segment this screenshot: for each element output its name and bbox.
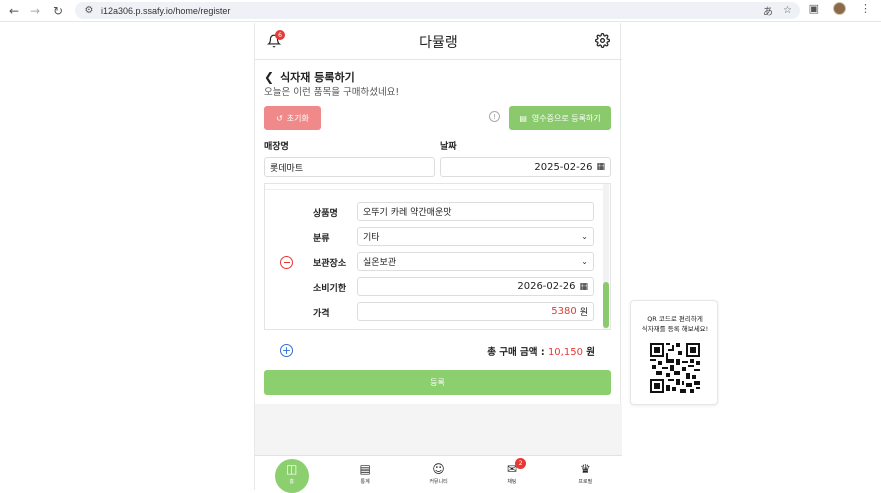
forward-arrow-icon[interactable]: → xyxy=(24,0,46,22)
total-unit: 원 xyxy=(586,347,595,358)
nav-item-profile[interactable]: ♛ 프로필 xyxy=(549,456,622,490)
nav-label-stats: 통계 xyxy=(360,478,370,485)
remove-item-icon[interactable] xyxy=(280,256,293,269)
bookmark-star-icon[interactable]: ☆ xyxy=(783,5,792,16)
reset-button[interactable]: ↺ 초기화 xyxy=(264,106,321,130)
product-name-value: 오뚜기 카레 약간매운맛 xyxy=(363,208,452,218)
category-select[interactable]: 기타 ⌄ xyxy=(357,227,594,246)
qr-caption: QR 코드로 편리하게 식자재를 등록 해보세요! xyxy=(631,314,719,334)
qr-card[interactable]: QR 코드로 편리하게 식자재를 등록 해보세요! xyxy=(630,300,718,405)
receipt-icon: ▤ xyxy=(519,113,527,123)
content-background xyxy=(255,404,622,455)
category-label: 분류 xyxy=(313,234,330,244)
back-arrow-icon[interactable]: ← xyxy=(3,0,25,22)
storage-value: 실온보관 xyxy=(363,258,397,268)
app-container: 6 다뮬랭 ❮ 식자재 등록하기 오늘은 이런 품목을 구매하셨네요! ↺ 초기… xyxy=(254,23,622,493)
date-input[interactable]: 2025-02-26 ▦ xyxy=(440,157,611,177)
address-bar[interactable]: ⚙ i12a306.p.ssafy.io/home/register あ ☆ xyxy=(75,2,800,19)
translate-icon[interactable]: あ xyxy=(763,3,773,18)
price-label: 가격 xyxy=(313,309,330,319)
nav-item-stats[interactable]: ▤ 통계 xyxy=(328,456,401,490)
storage-label: 보관장소 xyxy=(313,259,347,269)
community-icon: ☺ xyxy=(432,461,445,476)
divider xyxy=(265,184,604,190)
app-title: 다뮬랭 xyxy=(419,35,458,51)
store-value: 롯데마트 xyxy=(270,163,304,174)
price-input[interactable]: 5380 원 xyxy=(357,302,594,321)
info-icon[interactable]: ! xyxy=(489,111,500,122)
bottom-nav: ◫ 홈 ▤ 통계 ☺ 커뮤니티 ✉ 채팅 2 ♛ 프로필 xyxy=(255,455,622,493)
reload-icon[interactable]: ↻ xyxy=(47,0,69,22)
nav-label-community: 커뮤니티 xyxy=(429,478,448,485)
browser-toolbar: ← → ↻ ⚙ i12a306.p.ssafy.io/home/register… xyxy=(0,0,881,22)
expiry-value: 2026-02-26 xyxy=(517,281,576,292)
fridge-icon: ◫ xyxy=(286,461,298,476)
extensions-icon[interactable]: ▣ xyxy=(809,2,819,15)
receipt-label: 영수증으로 등록하기 xyxy=(531,113,601,123)
page-heading: ❮ 식자재 등록하기 xyxy=(264,69,355,85)
site-info-icon[interactable]: ⚙ xyxy=(83,5,95,17)
qr-code-image[interactable] xyxy=(650,343,700,393)
submit-button[interactable]: 등록 xyxy=(264,370,611,395)
chevron-down-icon: ⌄ xyxy=(581,232,588,241)
price-value: 5380 xyxy=(551,306,577,317)
nav-item-chat[interactable]: ✉ 채팅 2 xyxy=(475,456,548,490)
qr-line-2: 식자재를 등록 해보세요! xyxy=(641,325,709,333)
gear-icon[interactable] xyxy=(595,33,610,48)
url-text: i12a306.p.ssafy.io/home/register xyxy=(101,5,231,16)
nav-label-profile: 프로필 xyxy=(578,478,593,485)
chef-icon: ♛ xyxy=(579,461,591,476)
nav-item-community[interactable]: ☺ 커뮤니티 xyxy=(402,456,475,490)
qr-line-1: QR 코드로 편리하게 xyxy=(647,315,703,323)
page-subtitle: 오늘은 이런 품목을 구매하셨네요! xyxy=(264,87,400,98)
price-unit: 원 xyxy=(579,308,588,318)
profile-avatar[interactable] xyxy=(833,2,846,15)
add-item-icon[interactable]: + xyxy=(280,344,293,357)
storage-select[interactable]: 실온보관 ⌄ xyxy=(357,252,594,271)
bar-chart-icon: ▤ xyxy=(359,461,371,476)
reset-label: 초기화 xyxy=(286,113,309,123)
page-title: 식자재 등록하기 xyxy=(280,71,355,84)
calendar-icon[interactable]: ▦ xyxy=(596,162,605,172)
nav-label-home: 홈 xyxy=(289,478,294,485)
store-input[interactable]: 롯데마트 xyxy=(264,157,435,177)
chevron-left-icon[interactable]: ❮ xyxy=(264,70,274,84)
total-value: 10,150 xyxy=(547,347,583,358)
nav-label-chat: 채팅 xyxy=(507,478,517,485)
reset-icon: ↺ xyxy=(276,113,283,123)
chevron-down-icon: ⌄ xyxy=(581,257,588,266)
scrollbar-thumb[interactable] xyxy=(603,282,609,328)
menu-kebab-icon[interactable]: ⋮ xyxy=(860,2,871,15)
date-value: 2025-02-26 xyxy=(534,161,593,173)
product-name-label: 상품명 xyxy=(313,209,338,219)
chat-badge: 2 xyxy=(515,458,527,469)
total-label: 총 구매 금액 : xyxy=(487,347,548,358)
date-label: 날짜 xyxy=(440,142,457,152)
expiry-label: 소비기한 xyxy=(313,284,347,294)
calendar-icon[interactable]: ▦ xyxy=(579,282,588,292)
category-value: 기타 xyxy=(363,233,380,243)
expiry-input[interactable]: 2026-02-26 ▦ xyxy=(357,277,594,296)
receipt-register-button[interactable]: ▤ 영수증으로 등록하기 xyxy=(509,106,611,130)
app-header: 6 다뮬랭 xyxy=(255,23,622,60)
nav-item-home[interactable]: ◫ 홈 xyxy=(255,456,328,493)
product-name-input[interactable]: 오뚜기 카레 약간매운맛 xyxy=(357,202,594,221)
item-list: 상품명 오뚜기 카레 약간매운맛 분류 기타 ⌄ 보관장소 실온보관 ⌄ 소비기… xyxy=(264,183,611,330)
scrollbar[interactable] xyxy=(603,184,609,329)
total-amount: 총 구매 금액 : 10,150 원 xyxy=(487,344,595,358)
store-label: 매장명 xyxy=(264,142,289,152)
submit-label: 등록 xyxy=(430,378,445,387)
